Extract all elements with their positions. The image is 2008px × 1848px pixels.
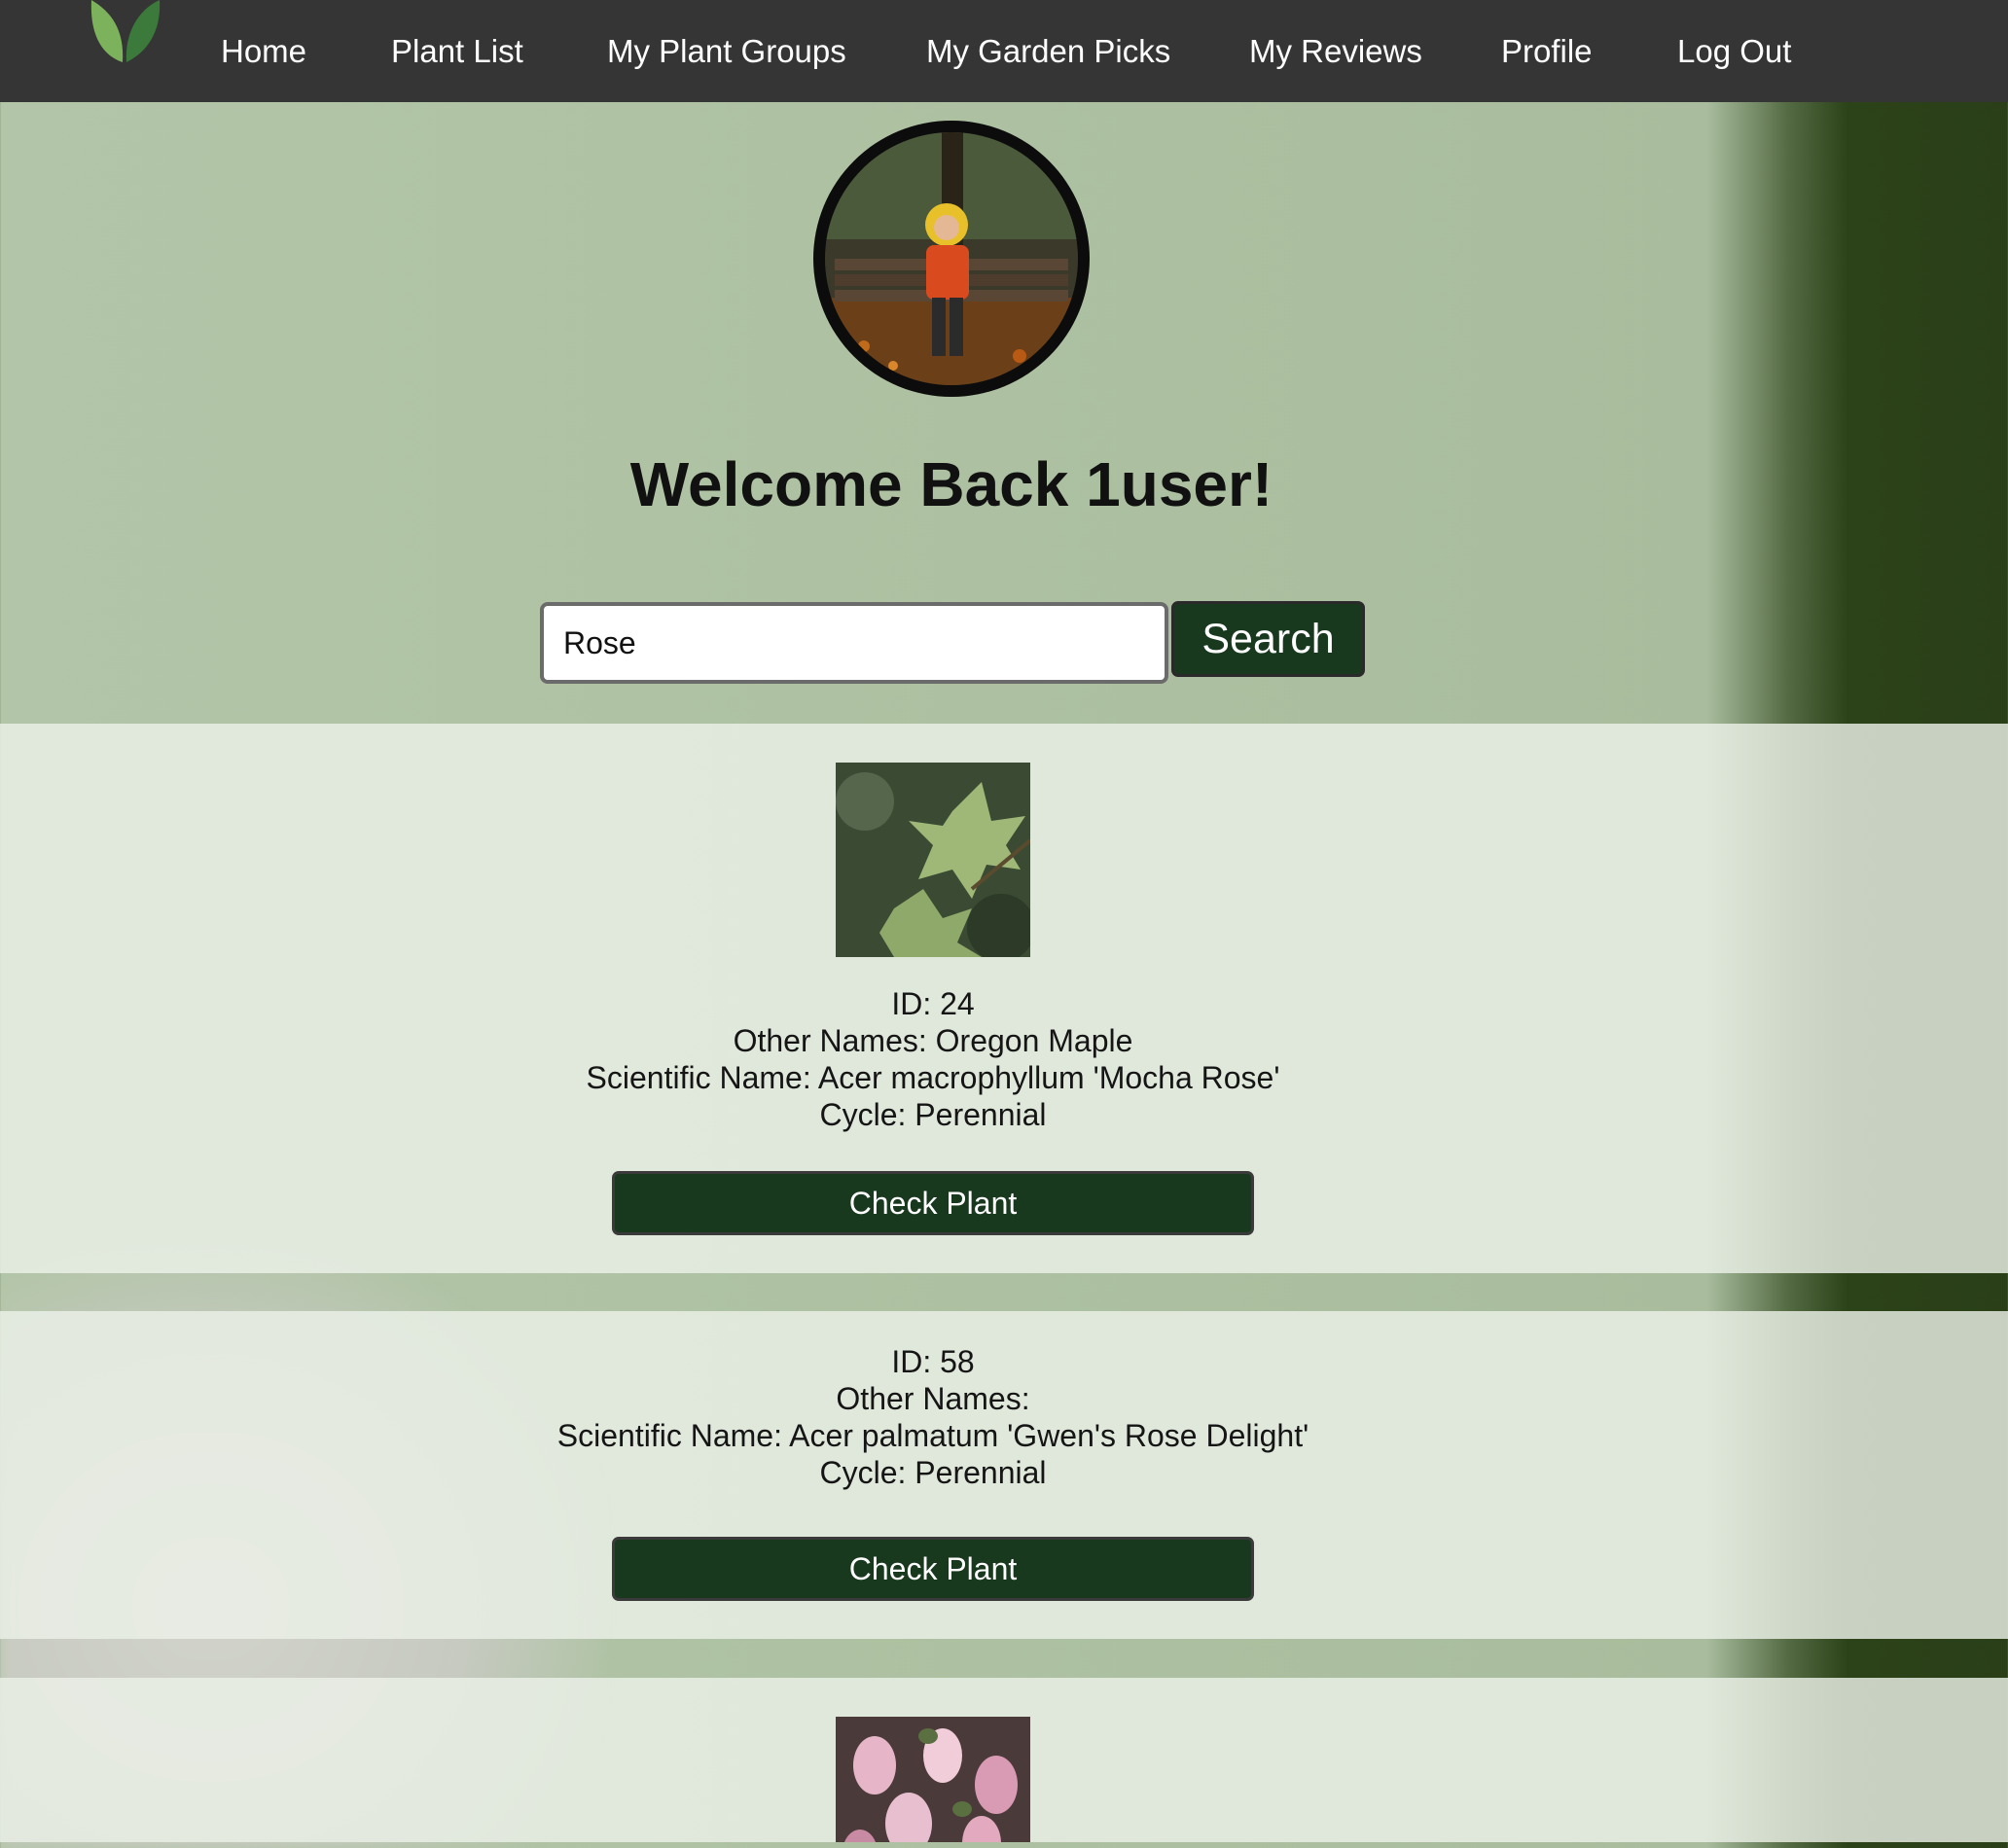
nav-my-garden-picks[interactable]: My Garden Picks: [926, 32, 1170, 71]
plant-cycle: Cycle: Perennial: [819, 1097, 1047, 1132]
navbar: Home Plant List My Plant Groups My Garde…: [0, 0, 2008, 102]
plant-thumbnail: [836, 763, 1030, 957]
plant-card: ID: 24 Other Names: Oregon Maple Scienti…: [0, 724, 2008, 1273]
nav-profile[interactable]: Profile: [1501, 32, 1593, 71]
nav-plant-list[interactable]: Plant List: [391, 32, 523, 71]
plant-thumbnail: [836, 1717, 1030, 1842]
plant-scientific-name: Scientific Name: Acer palmatum 'Gwen's R…: [556, 1418, 1309, 1453]
plant-scientific-name: Scientific Name: Acer macrophyllum 'Moch…: [586, 1060, 1280, 1095]
plant-id: ID: 24: [891, 986, 975, 1021]
check-plant-button[interactable]: Check Plant: [612, 1537, 1254, 1601]
avatar: [813, 121, 1090, 397]
plant-other-names: Other Names:: [836, 1381, 1030, 1416]
plant-other-names: Other Names: Oregon Maple: [733, 1023, 1133, 1058]
plant-card: ID: 58 Other Names: Scientific Name: Ace…: [0, 1311, 2008, 1639]
maple-leaf-image: [836, 763, 1030, 957]
magnolia-image: [836, 1717, 1030, 1842]
leaf-logo-icon[interactable]: [86, 0, 163, 66]
avatar-photo: [825, 132, 1078, 385]
nav-my-plant-groups[interactable]: My Plant Groups: [607, 32, 846, 71]
plant-cycle: Cycle: Perennial: [819, 1455, 1047, 1490]
plant-card: [0, 1678, 2008, 1842]
welcome-heading: Welcome Back 1user!: [629, 449, 1273, 519]
search-input[interactable]: [540, 602, 1168, 684]
nav-my-reviews[interactable]: My Reviews: [1249, 32, 1422, 71]
plant-id: ID: 58: [891, 1344, 975, 1379]
nav-log-out[interactable]: Log Out: [1677, 32, 1791, 71]
check-plant-button[interactable]: Check Plant: [612, 1171, 1254, 1235]
search-button[interactable]: Search: [1171, 601, 1365, 677]
nav-home[interactable]: Home: [221, 32, 306, 71]
